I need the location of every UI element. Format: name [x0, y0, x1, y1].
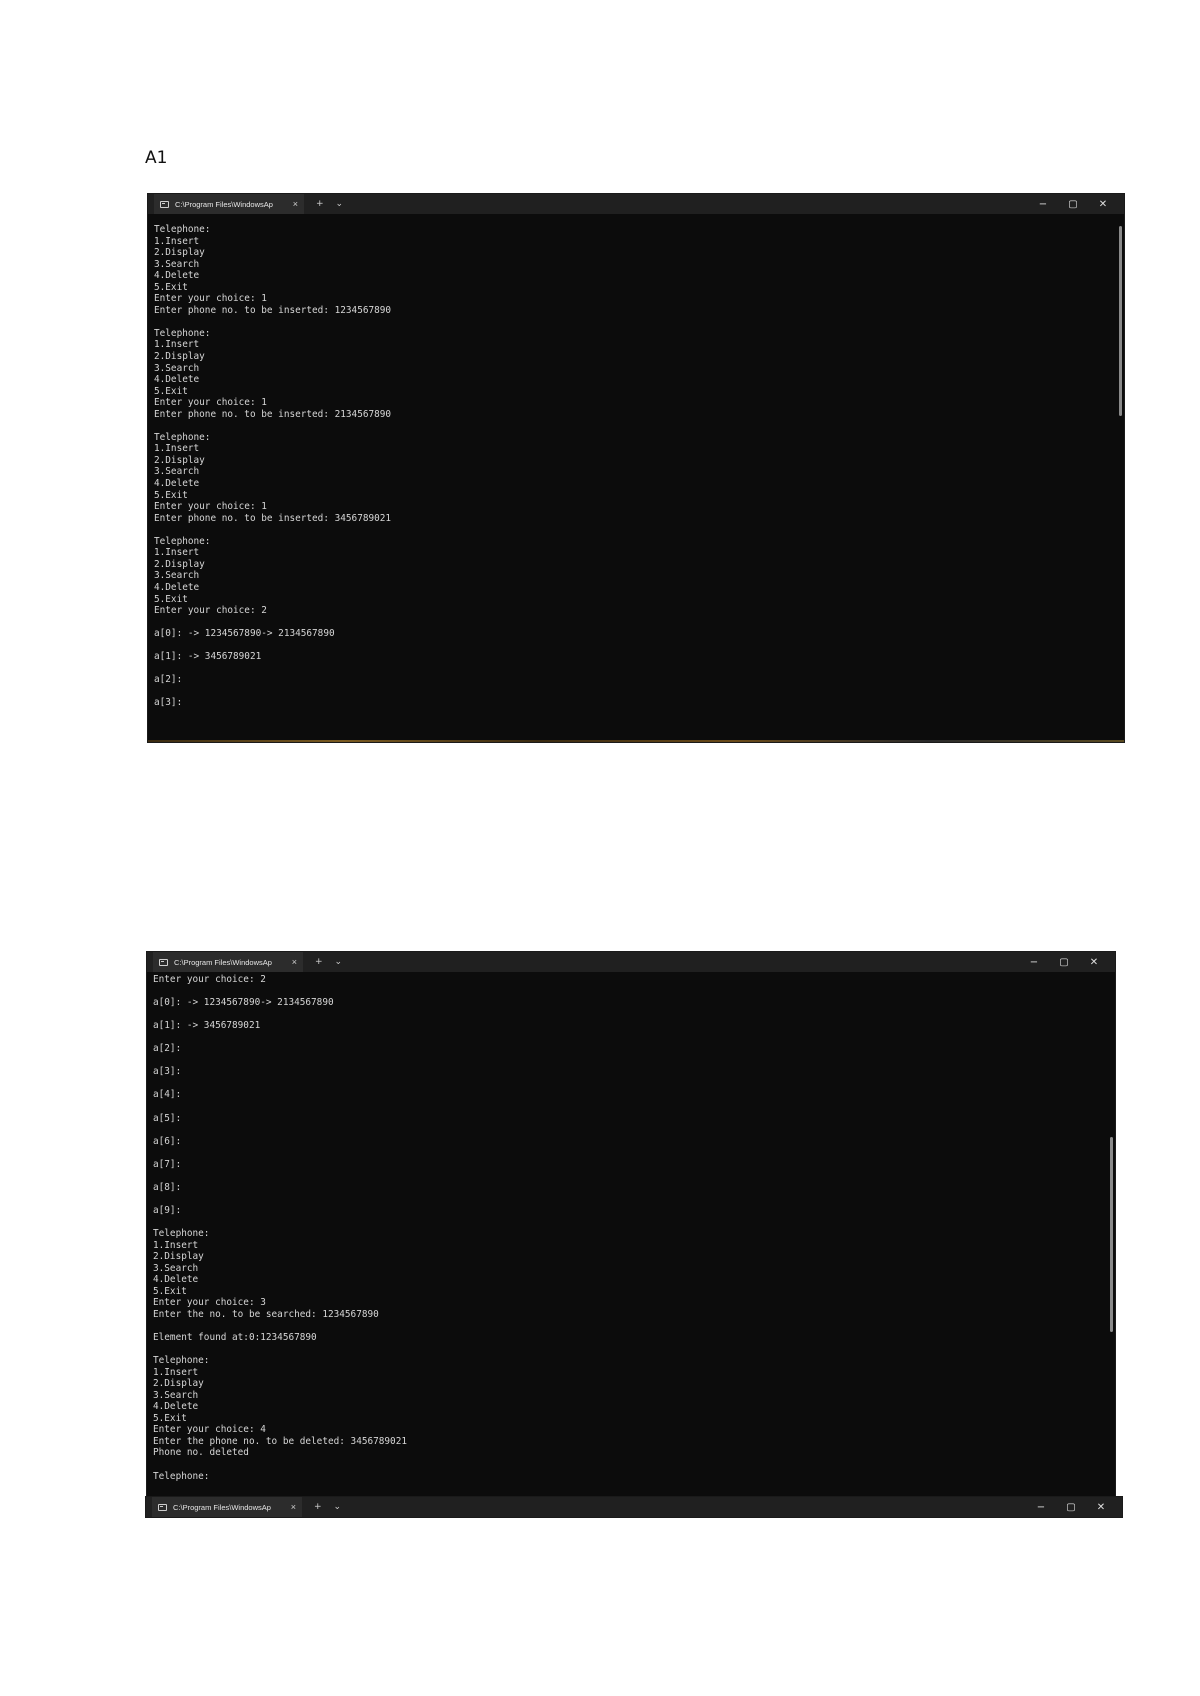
- tab-title: C:\Program Files\WindowsAp: [174, 957, 272, 967]
- maximize-icon[interactable]: ▢: [1056, 1502, 1086, 1513]
- terminal-tab[interactable]: C:\Program Files\WindowsAp ×: [153, 952, 303, 972]
- taskbar-strip: [148, 740, 1124, 742]
- terminal-window-2: C:\Program Files\WindowsAp × + ⌄ − ▢ ✕ E…: [147, 952, 1115, 1498]
- tab-title: C:\Program Files\WindowsAp: [173, 1502, 271, 1512]
- tab-dropdown-icon[interactable]: ⌄: [335, 957, 343, 967]
- window-controls: − ▢ ✕: [1026, 1497, 1116, 1517]
- tab-title: C:\Program Files\WindowsAp: [175, 199, 273, 209]
- new-tab-icon[interactable]: +: [315, 957, 323, 967]
- tab-close-icon[interactable]: ×: [293, 199, 298, 209]
- title-bar: C:\Program Files\WindowsAp × + ⌄ − ▢ ✕: [147, 952, 1115, 972]
- terminal-tab[interactable]: C:\Program Files\WindowsAp ×: [154, 194, 304, 214]
- close-icon[interactable]: ✕: [1088, 199, 1118, 210]
- tab-dropdown-icon[interactable]: ⌄: [334, 1502, 342, 1512]
- scrollbar[interactable]: [1110, 1137, 1113, 1332]
- terminal-window-1: C:\Program Files\WindowsAp × + ⌄ − ▢ ✕ T…: [148, 194, 1124, 742]
- maximize-icon[interactable]: ▢: [1049, 957, 1079, 968]
- title-bar: C:\Program Files\WindowsAp × + ⌄ − ▢ ✕: [148, 194, 1124, 214]
- window-controls: − ▢ ✕: [1028, 194, 1118, 214]
- terminal-tab[interactable]: C:\Program Files\WindowsAp ×: [152, 1497, 302, 1517]
- terminal-window-3: C:\Program Files\WindowsAp × + ⌄ − ▢ ✕: [146, 1497, 1122, 1517]
- minimize-icon[interactable]: −: [1026, 1502, 1056, 1513]
- terminal-icon: [159, 958, 168, 966]
- terminal-icon: [158, 1503, 167, 1511]
- minimize-icon[interactable]: −: [1019, 957, 1049, 968]
- console-output: Telephone: 1.Insert 2.Display 3.Search 4…: [154, 224, 392, 709]
- tab-close-icon[interactable]: ×: [291, 1502, 296, 1512]
- close-icon[interactable]: ✕: [1079, 957, 1109, 968]
- console-output: Enter your choice: 2 a[0]: -> 1234567890…: [153, 974, 407, 1482]
- new-tab-icon[interactable]: +: [314, 1502, 322, 1512]
- close-icon[interactable]: ✕: [1086, 1502, 1116, 1513]
- new-tab-icon[interactable]: +: [316, 199, 324, 209]
- terminal-icon: [160, 200, 169, 208]
- tab-dropdown-icon[interactable]: ⌄: [336, 199, 344, 209]
- minimize-icon[interactable]: −: [1028, 199, 1058, 210]
- title-bar: C:\Program Files\WindowsAp × + ⌄ − ▢ ✕: [146, 1497, 1122, 1517]
- window-controls: − ▢ ✕: [1019, 952, 1109, 972]
- maximize-icon[interactable]: ▢: [1058, 199, 1088, 210]
- document-label: A1: [145, 148, 168, 168]
- scrollbar[interactable]: [1119, 226, 1122, 416]
- tab-close-icon[interactable]: ×: [292, 957, 297, 967]
